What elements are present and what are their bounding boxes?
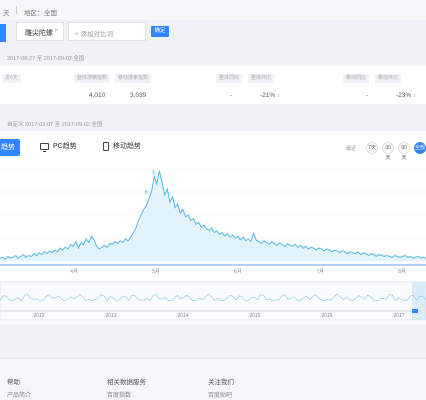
- region-label: 地区：: [24, 10, 44, 17]
- keyword-chip[interactable]: 雕尖陀螺 ×: [16, 22, 64, 41]
- stats-panel: 近6天 整体搜索指数 移动搜索指数 整体同比 整体环比 移动同比 移动环比 4,…: [0, 66, 426, 104]
- overall-mom-value: -21%: [260, 92, 276, 99]
- down-arrow-icon: ↓: [277, 93, 280, 99]
- top-bar: 天 地区： 全国: [0, 0, 426, 20]
- mobile-mom: -23% ↓: [396, 92, 416, 99]
- breadcrumb-prefix[interactable]: 天: [3, 7, 10, 17]
- stat-header: 移动搜索指数: [115, 74, 152, 83]
- stat-header: 移动环比: [375, 74, 402, 83]
- mobile-search-index: 3,039: [130, 92, 147, 99]
- stat-header: 整体搜索指数: [74, 74, 111, 83]
- overview-selection[interactable]: [412, 282, 426, 320]
- close-icon[interactable]: ×: [54, 28, 58, 34]
- add-compare-placeholder: + 添加对比词: [75, 31, 114, 38]
- footer-services-title: 相关数据服务: [107, 379, 146, 386]
- stat-header: 整体环比: [248, 74, 275, 83]
- footer: 帮助 产品简介 相关数据服务 百度指数 关注我们 百度贴吧: [0, 358, 426, 400]
- overview-year-label: 2014: [177, 313, 188, 319]
- footer-help-link[interactable]: 产品简介: [7, 390, 31, 399]
- down-arrow-icon: ↓: [413, 93, 416, 99]
- x-tick-label: 5月: [152, 269, 160, 275]
- overview-year-label: 2015: [249, 313, 260, 319]
- trend-area: [0, 170, 426, 261]
- overview-year-label: 2016: [321, 313, 332, 319]
- add-compare-input[interactable]: + 添加对比词: [68, 22, 146, 41]
- mobile-yoy: -: [366, 92, 369, 99]
- stat-left-tag: 近6天: [2, 74, 21, 83]
- overall-mom: -21% ↓: [260, 92, 280, 99]
- footer-follow-title: 关注我们: [208, 379, 234, 386]
- chart-annotation: E: [153, 170, 157, 176]
- x-axis-labels: 4月 5月 6月 7月 8月: [0, 264, 426, 275]
- chart-panel: 趋势 PC趋势 移动趋势 最近 7天 30天 90天 全部 4月 5月 6月 7月 8月…: [0, 131, 426, 324]
- trend-date-range[interactable]: 自定义 2017-03-07 至 2017-09-02 全国: [7, 120, 102, 128]
- overview-year-label: 2013: [105, 313, 116, 319]
- confirm-button[interactable]: 确定: [151, 26, 169, 37]
- scroll-track[interactable]: [0, 310, 426, 312]
- chart-annotation: B: [145, 190, 149, 196]
- overall-search-index: 4,010: [89, 92, 106, 99]
- trend-chart[interactable]: 4月 5月 6月 7月 8月 E B 2012 2013 2014 2015 2016 2017: [0, 131, 426, 324]
- breadcrumb-divider: [16, 6, 17, 14]
- stat-header: 移动同比: [343, 74, 370, 83]
- stat-header: 整体同比: [216, 74, 243, 83]
- footer-follow-link[interactable]: 百度贴吧: [208, 390, 232, 399]
- keyword-text: 雕尖陀螺: [25, 30, 53, 37]
- overall-yoy: -: [230, 92, 233, 99]
- footer-help-title: 帮助: [7, 379, 20, 386]
- scroll-handle[interactable]: [412, 309, 418, 313]
- footer-services-link[interactable]: 百度指数: [107, 390, 131, 399]
- region-select[interactable]: 全国: [44, 7, 57, 17]
- stat-date-range: 2017-08-27 至 2017-09-02 全国: [7, 56, 85, 62]
- overview-year-label: 2012: [33, 313, 44, 319]
- keyword-color-tag: [0, 24, 6, 42]
- x-tick-label: 7月: [316, 269, 324, 275]
- x-tick-label: 6月: [234, 269, 242, 275]
- x-tick-label: 8月: [398, 269, 406, 275]
- mobile-mom-value: -23%: [396, 92, 412, 99]
- x-tick-label: 4月: [70, 269, 78, 275]
- overview-year-label: 2017: [393, 313, 404, 319]
